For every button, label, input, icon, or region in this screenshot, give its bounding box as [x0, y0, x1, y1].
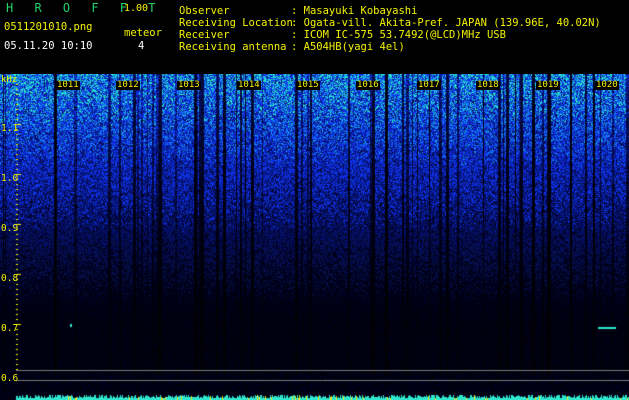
minute-label-1017: 1017: [417, 80, 441, 90]
meteor-count: 4: [138, 40, 145, 52]
location-label: Receiving Location: [179, 17, 293, 29]
minute-label-1011: 1011: [56, 80, 80, 90]
minute-label-1015: 1015: [296, 80, 320, 90]
y-tick-0-9: 0.9: [1, 223, 19, 234]
y-tick-0-8: 0.8: [1, 273, 19, 284]
meteor-label: meteor: [124, 27, 162, 39]
minute-label-1019: 1019: [536, 80, 560, 90]
location-value: : Ogata-vill. Akita-Pref. JAPAN (139.96E…: [291, 17, 601, 29]
minute-label-1016: 1016: [356, 80, 380, 90]
y-tick-1-1: 1.1: [1, 123, 19, 134]
antenna-label: Receiving antenna: [179, 41, 287, 53]
receiver-label: Receiver: [179, 29, 230, 41]
y-tick-0-6: 0.6: [1, 373, 19, 384]
minute-label-1020: 1020: [595, 80, 619, 90]
y-tick-1-0: 1.0: [1, 173, 19, 184]
spectrogram-canvas: [0, 74, 629, 400]
minute-label-1013: 1013: [177, 80, 201, 90]
observer-value: : Masayuki Kobayashi: [291, 5, 418, 17]
minute-label-1014: 1014: [237, 80, 261, 90]
antenna-value: : A504HB(yagi 4el): [291, 41, 405, 53]
y-axis-unit: kHz: [1, 75, 18, 85]
minute-label-1012: 1012: [116, 80, 140, 90]
app-version: 1.00: [124, 3, 149, 14]
header-panel: H R O F F T 1.00 0511201010.png meteor 0…: [0, 0, 629, 74]
receiver-value: : ICOM IC-575 53.7492(@LCD)MHz USB: [291, 29, 506, 41]
observer-label: Observer: [179, 5, 230, 17]
timestamp: 05.11.20 10:10: [4, 40, 93, 52]
file-name: 0511201010.png: [4, 21, 93, 33]
minute-label-1018: 1018: [476, 80, 500, 90]
y-tick-0-7: 0.7: [1, 323, 19, 334]
